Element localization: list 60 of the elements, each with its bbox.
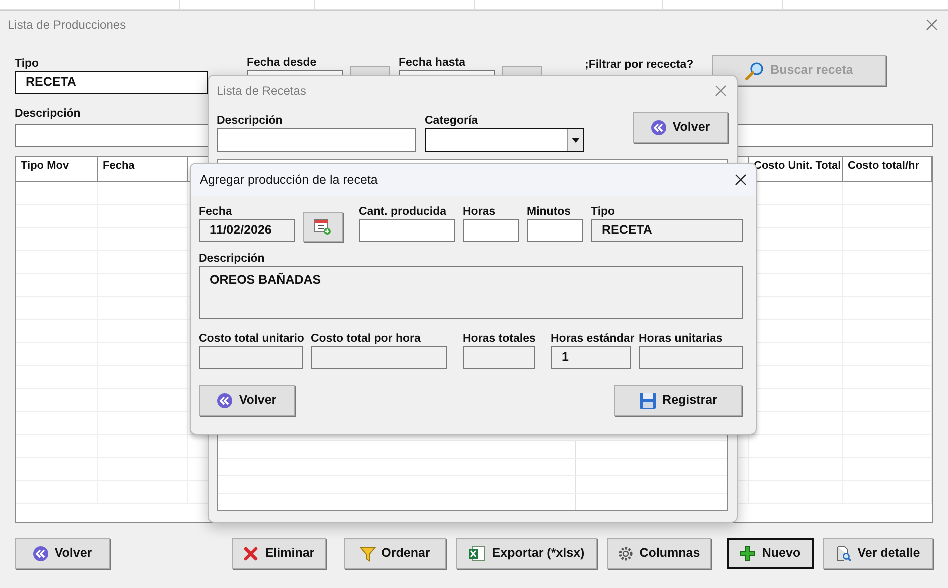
- export-button[interactable]: Exportar (*xlsx): [456, 538, 597, 569]
- field-label: Costo total por hora: [311, 332, 421, 346]
- field-label: Horas estándar: [551, 332, 635, 346]
- type-field[interactable]: RECETA: [591, 219, 743, 242]
- field-label: Tipo: [15, 57, 40, 71]
- close-icon[interactable]: [735, 174, 747, 186]
- field-label: Horas unitarias: [639, 332, 723, 346]
- window-title: Lista de Recetas: [217, 83, 306, 100]
- field-label: Horas: [463, 205, 496, 219]
- rewind-icon: [650, 120, 667, 136]
- sort-button[interactable]: Ordenar: [344, 538, 446, 569]
- calendar-button[interactable]: [303, 212, 343, 242]
- new-button[interactable]: Nuevo: [727, 538, 814, 569]
- unit-cost-field[interactable]: [199, 346, 303, 369]
- detail-button[interactable]: Ver detalle: [823, 538, 933, 569]
- document-magnifier-icon: [836, 546, 852, 562]
- calendar-add-icon: [314, 218, 332, 236]
- gear-icon: [618, 546, 634, 562]
- window-title: Lista de Producciones: [8, 17, 126, 34]
- field-label: Descripción: [15, 107, 81, 121]
- standard-hours-field[interactable]: 1: [551, 346, 631, 369]
- window-title: Agregar producción de la receta: [200, 172, 378, 189]
- save-button[interactable]: Registrar: [614, 385, 742, 416]
- dropdown-arrow-icon: [572, 138, 580, 142]
- field-label: Tipo: [591, 205, 616, 219]
- category-dropdown[interactable]: [425, 128, 584, 152]
- total-hours-field[interactable]: [463, 346, 535, 369]
- unit-hours-field[interactable]: [639, 346, 743, 369]
- filter-question: ;Filtrar por rececta?: [585, 59, 695, 72]
- field-label: Minutos: [527, 205, 572, 219]
- field-label: Costo total unitario: [199, 332, 304, 346]
- magnifier-icon: [744, 60, 765, 80]
- rewind-icon: [217, 392, 234, 408]
- rewind-icon: [32, 546, 49, 562]
- back-button[interactable]: Volver: [199, 385, 295, 416]
- field-label: Fecha: [199, 205, 232, 219]
- field-label: Fecha desde: [247, 56, 317, 70]
- delete-button[interactable]: Eliminar: [232, 538, 326, 569]
- description-field[interactable]: [217, 128, 416, 152]
- description-field[interactable]: OREOS BAÑADAS: [199, 266, 743, 319]
- spreadsheet-icon: [468, 544, 486, 562]
- field-label: Categoría: [425, 114, 478, 128]
- field-label: Descripción: [199, 252, 265, 266]
- date-field[interactable]: 11/02/2026: [199, 219, 295, 242]
- minutes-field[interactable]: [527, 219, 583, 242]
- funnel-icon: [360, 546, 376, 562]
- back-button[interactable]: Volver: [15, 538, 110, 569]
- plus-icon: [740, 546, 756, 562]
- quantity-field[interactable]: [359, 219, 455, 242]
- floppy-icon: [638, 392, 657, 410]
- back-button[interactable]: Volver: [633, 112, 728, 143]
- type-field[interactable]: RECETA: [15, 71, 208, 94]
- hours-field[interactable]: [463, 219, 519, 242]
- field-label: Horas totales: [463, 332, 536, 346]
- cross-icon: [243, 546, 260, 562]
- columns-button[interactable]: Columnas: [607, 538, 711, 569]
- field-label: Cant. producida: [359, 205, 447, 219]
- field-label: Fecha hasta: [399, 56, 466, 70]
- hourly-cost-field[interactable]: [311, 346, 447, 369]
- field-label: Descripción: [217, 114, 283, 128]
